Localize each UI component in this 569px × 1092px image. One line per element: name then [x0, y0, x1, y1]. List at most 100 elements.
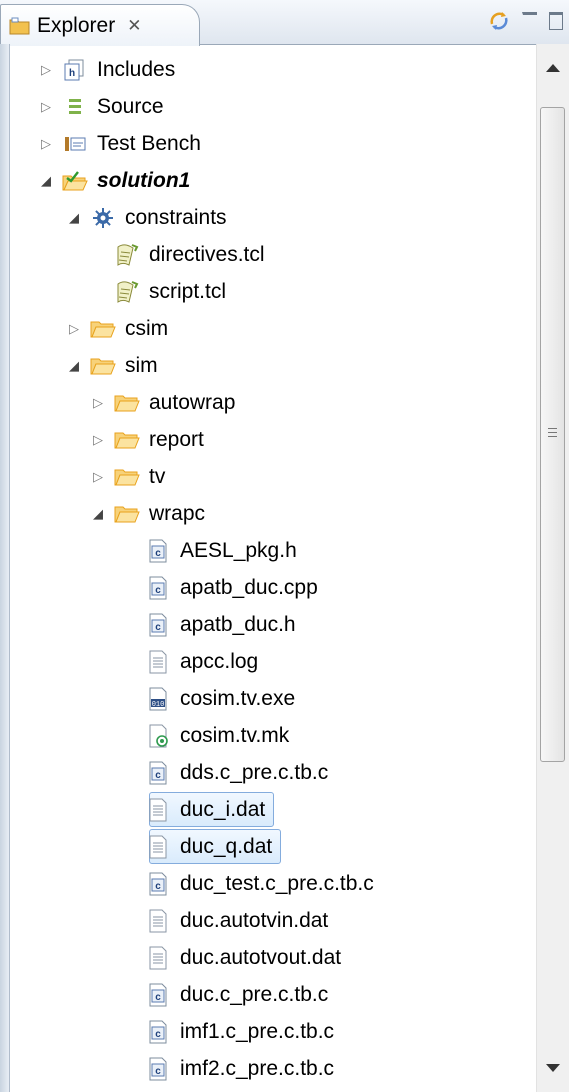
text-file-icon — [145, 798, 171, 822]
tcl-script-icon — [114, 243, 140, 267]
expand-arrow-icon[interactable]: ▷ — [90, 432, 106, 448]
c-file-icon: c — [145, 613, 171, 637]
expand-arrow-icon[interactable]: ▷ — [38, 99, 54, 115]
grip-icon — [548, 425, 557, 440]
text-file-icon — [145, 835, 171, 859]
scroll-up-icon[interactable] — [546, 64, 560, 72]
tcl-script-icon — [114, 280, 140, 304]
svg-text:c: c — [155, 992, 161, 1003]
tab-explorer[interactable]: Explorer ✕ — [0, 4, 200, 46]
tree-item[interactable]: ▷ autowrap — [90, 384, 238, 421]
tree-item-label: tv — [149, 464, 166, 488]
minimize-icon[interactable] — [522, 11, 537, 25]
svg-text:010: 010 — [152, 701, 165, 709]
tree-item[interactable]: c imf2.c_pre.c.tb.c — [121, 1050, 337, 1087]
tree-item[interactable]: duc_q.dat — [121, 828, 282, 865]
explorer-icon — [9, 16, 31, 36]
tree-item[interactable]: ◢ constraints — [66, 199, 230, 236]
svg-text:c: c — [155, 1029, 161, 1040]
c-file-icon: c — [145, 761, 171, 785]
scroll-down-icon[interactable] — [546, 1064, 560, 1072]
tree-item[interactable]: ▷ Test Bench — [38, 125, 204, 162]
folder-icon — [114, 465, 140, 489]
project-tree[interactable]: ▷ h Includes ▷ Source ▷ Test Bench ◢ solution1 ◢ c… — [10, 44, 536, 1092]
tree-item-label: solution1 — [97, 168, 191, 192]
tree-item[interactable]: 010 cosim.tv.exe — [121, 680, 298, 717]
tree-item-label: constraints — [125, 205, 227, 229]
tree-item[interactable]: cosim.tv.mk — [121, 717, 292, 754]
tree-item[interactable]: ▷ csim — [66, 310, 171, 347]
tree-item-label: duc_q.dat — [180, 834, 273, 858]
tree-item-label: apatb_duc.cpp — [180, 575, 318, 599]
tree-item[interactable]: duc.autotvin.dat — [121, 902, 331, 939]
c-file-icon: c — [145, 872, 171, 896]
tree-item[interactable]: ▷ Source — [38, 88, 167, 125]
c-file-icon: c — [145, 983, 171, 1007]
expand-arrow-icon[interactable]: ▷ — [90, 469, 106, 485]
view-toolbar — [488, 10, 563, 32]
tree-item-label: directives.tcl — [149, 242, 265, 266]
svg-text:c: c — [155, 548, 161, 559]
svg-text:h: h — [69, 68, 75, 79]
svg-text:c: c — [155, 1066, 161, 1077]
collapse-arrow-icon[interactable]: ◢ — [38, 173, 54, 189]
tree-item-label: duc_i.dat — [180, 797, 266, 821]
tree-item[interactable]: duc.autotvout.dat — [121, 939, 344, 976]
collapse-arrow-icon[interactable]: ◢ — [90, 506, 106, 522]
tree-item-label: duc.autotvout.dat — [180, 945, 342, 969]
maximize-icon[interactable] — [549, 12, 563, 30]
tree-item[interactable]: c apatb_duc.h — [121, 606, 299, 643]
folder-icon — [114, 428, 140, 452]
tree-item[interactable]: c duc_test.c_pre.c.tb.c — [121, 865, 377, 902]
tree-item-label: apatb_duc.h — [180, 612, 296, 636]
tree-item[interactable]: directives.tcl — [90, 236, 268, 273]
binary-file-icon: 010 — [145, 687, 171, 711]
expand-arrow-icon[interactable]: ▷ — [66, 321, 82, 337]
tree-item-label: sim — [125, 353, 158, 377]
tree-item-label: duc.autotvin.dat — [180, 908, 329, 932]
tree-item[interactable]: c imf1.c_pre.c.tb.c — [121, 1013, 337, 1050]
tree-item-label: AESL_pkg.h — [180, 538, 297, 562]
link-with-editor-icon[interactable] — [488, 10, 510, 32]
collapse-arrow-icon[interactable]: ◢ — [66, 210, 82, 226]
tree-item-label: script.tcl — [149, 279, 227, 303]
c-file-icon: c — [145, 539, 171, 563]
tree-item-label: apcc.log — [180, 649, 259, 673]
tree-item[interactable]: ▷ tv — [90, 458, 168, 495]
svg-text:c: c — [155, 622, 161, 633]
tree-item[interactable]: c apatb_duc.cpp — [121, 569, 321, 606]
tree-item[interactable]: c duc.c_pre.c.tb.c — [121, 976, 331, 1013]
tree-item[interactable]: c dds.c_pre.c.tb.c — [121, 754, 331, 791]
tree-item[interactable]: ◢ wrapc — [90, 495, 208, 532]
tree-item[interactable]: script.tcl — [90, 273, 229, 310]
tree-item[interactable]: ▷ report — [90, 421, 207, 458]
vertical-scrollbar[interactable] — [536, 44, 569, 1092]
tree-item-label: dds.c_pre.c.tb.c — [180, 760, 329, 784]
tree-item-label: Test Bench — [97, 131, 201, 155]
expand-arrow-icon[interactable]: ▷ — [90, 395, 106, 411]
close-icon[interactable]: ✕ — [127, 16, 141, 36]
text-file-icon — [145, 650, 171, 674]
svg-text:c: c — [155, 770, 161, 781]
scrollbar-thumb[interactable] — [540, 107, 565, 762]
tree-item[interactable]: apcc.log — [121, 643, 261, 680]
solution-folder-icon — [62, 169, 88, 193]
tree-item[interactable]: duc_i.dat — [121, 791, 275, 828]
folder-icon — [90, 317, 116, 341]
tree-item-label: duc_test.c_pre.c.tb.c — [180, 871, 374, 895]
tree-item[interactable]: ◢ sim — [66, 347, 161, 384]
tree-item[interactable]: ▷ h Includes — [38, 51, 178, 88]
tree-item-label: Includes — [97, 57, 176, 81]
tree-item-label: cosim.tv.mk — [180, 723, 290, 747]
tree-item[interactable]: c AESL_pkg.h — [121, 532, 300, 569]
tree-item-label: autowrap — [149, 390, 236, 414]
tree-item-label: wrapc — [149, 501, 206, 525]
expand-arrow-icon[interactable]: ▷ — [38, 62, 54, 78]
text-file-icon — [145, 909, 171, 933]
gear-icon — [90, 206, 116, 230]
collapse-arrow-icon[interactable]: ◢ — [66, 358, 82, 374]
c-file-icon: c — [145, 576, 171, 600]
expand-arrow-icon[interactable]: ▷ — [38, 136, 54, 152]
tree-item-label: csim — [125, 316, 169, 340]
tree-item[interactable]: ◢ solution1 — [38, 162, 193, 199]
